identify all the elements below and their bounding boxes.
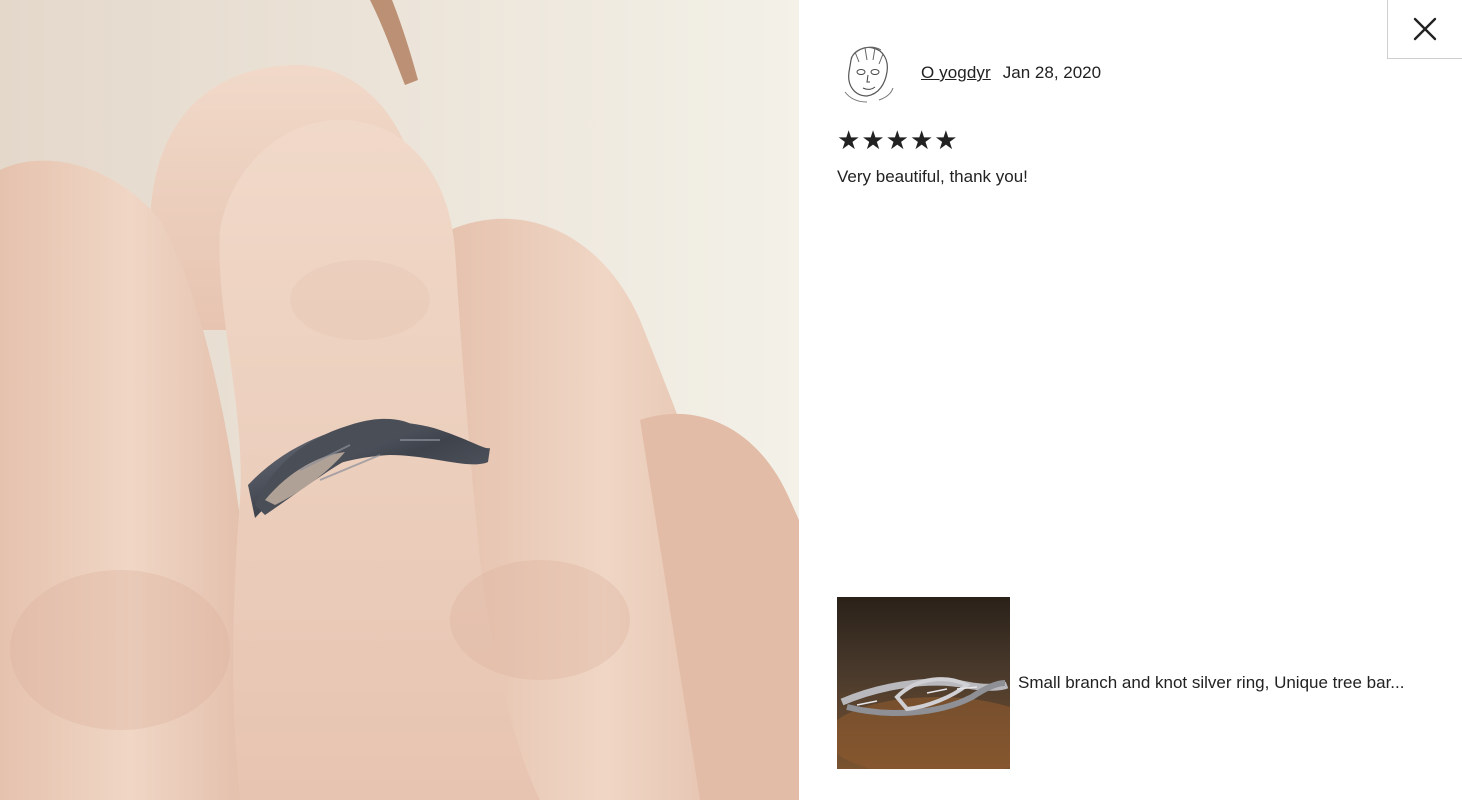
review-text: Very beautiful, thank you! — [837, 167, 1028, 186]
star-icon: ★ — [885, 125, 909, 155]
star-rating: ★ ★ ★ ★ ★ — [837, 127, 958, 153]
avatar[interactable] — [837, 42, 897, 104]
listing-thumbnail[interactable] — [837, 597, 1010, 769]
star-icon: ★ — [909, 125, 934, 155]
reviewer-info: O yogdyr Jan 28, 2020 — [837, 42, 1101, 104]
close-icon — [1413, 17, 1437, 41]
review-photo — [0, 0, 799, 800]
listing-title[interactable]: Small branch and knot silver ring, Uniqu… — [1018, 673, 1448, 693]
listing-link[interactable]: Small branch and knot silver ring, Uniqu… — [837, 597, 1448, 769]
ring-on-hand-image — [0, 0, 799, 800]
close-button[interactable] — [1387, 0, 1462, 59]
review-photo-modal: O yogdyr Jan 28, 2020 ★ ★ ★ ★ ★ Very bea… — [0, 0, 1462, 800]
star-icon: ★ — [934, 125, 958, 155]
star-icon: ★ — [861, 125, 885, 155]
reviewer-name-link[interactable]: O yogdyr — [921, 63, 991, 83]
star-icon: ★ — [837, 125, 861, 155]
review-date: Jan 28, 2020 — [1002, 63, 1102, 82]
review-details-panel: O yogdyr Jan 28, 2020 ★ ★ ★ ★ ★ Very bea… — [799, 0, 1462, 800]
